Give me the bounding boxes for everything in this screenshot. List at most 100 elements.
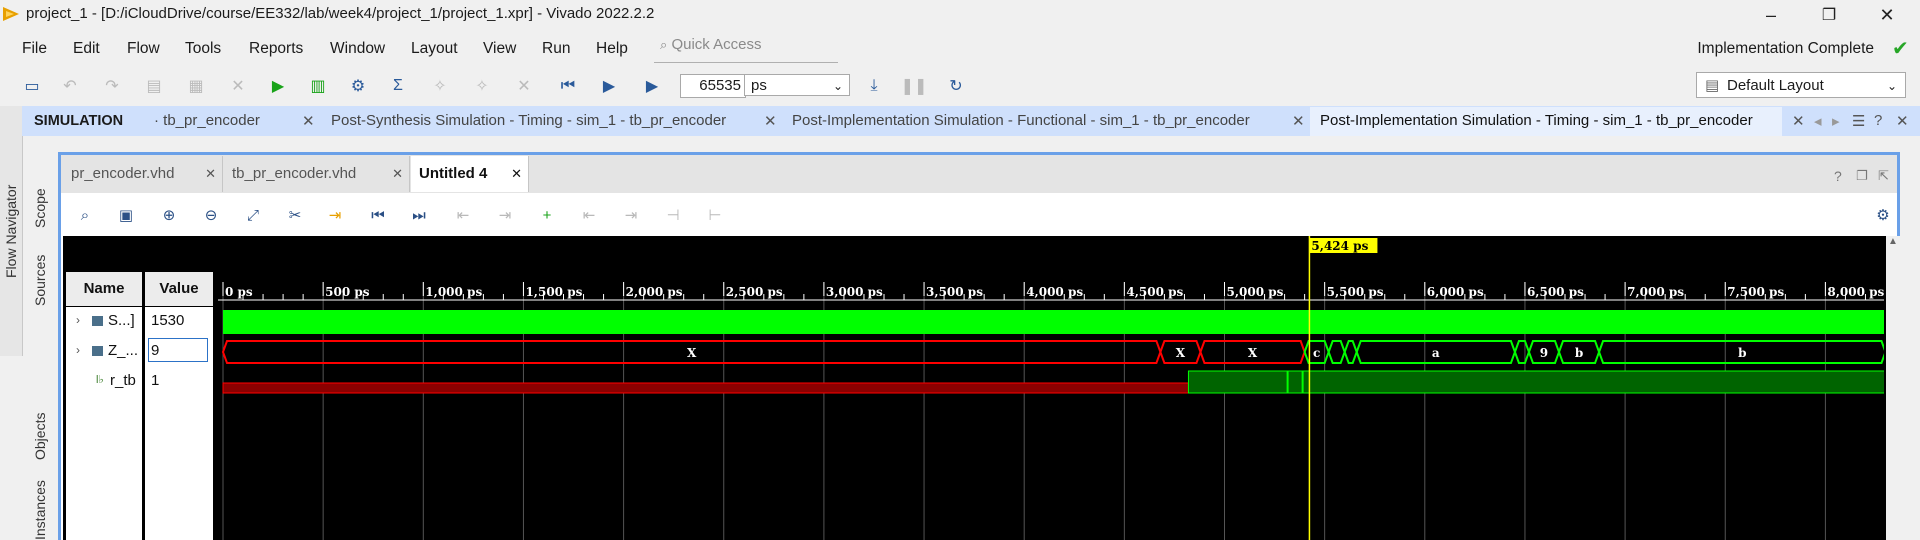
help-icon[interactable]: ? <box>1834 168 1842 184</box>
zoom-out-icon[interactable]: ⊖ <box>200 204 222 226</box>
arrow-right-icon[interactable]: ▸ <box>1832 112 1840 130</box>
snap-icon[interactable]: ⊢ <box>704 204 726 226</box>
search-icon[interactable]: ⌕ <box>74 204 96 226</box>
expand-icon[interactable]: › <box>76 343 80 357</box>
go-to-time-0-icon[interactable]: ⏮ <box>367 204 389 226</box>
go-to-cursor-icon[interactable]: ✂ <box>284 204 306 226</box>
sim-tab-post-impl-timing[interactable]: Post-Implementation Simulation - Timing … <box>1320 112 1753 129</box>
flow-navigator-label[interactable]: Flow Navigator <box>3 185 19 278</box>
sim-tab-post-synthesis-timing[interactable]: Post-Synthesis Simulation - Timing - sim… <box>331 112 726 129</box>
settings-gear-icon[interactable]: ⚙ <box>346 74 370 98</box>
close-button[interactable]: ✕ <box>1858 0 1916 30</box>
file-tab-pr-encoder[interactable]: pr_encoder.vhd ✕ <box>63 156 223 192</box>
close-icon[interactable]: ✕ <box>302 112 315 130</box>
previous-transition-icon[interactable]: ⇤ <box>452 204 474 226</box>
relaunch-icon[interactable]: ↻ <box>944 74 968 98</box>
next-transition-icon[interactable]: ⇥ <box>494 204 516 226</box>
sim-tab-post-impl-functional[interactable]: Post-Implementation Simulation - Functio… <box>792 112 1250 129</box>
settings-gear-icon[interactable]: ⚙ <box>1872 204 1894 226</box>
copy-icon[interactable]: ▤ <box>142 74 166 98</box>
vertical-scrollbar[interactable]: ▲ <box>1886 236 1900 540</box>
tab-list-icon[interactable]: ☰ <box>1852 112 1865 130</box>
signal-z-value-label: a <box>1432 346 1440 360</box>
tick-label: 5,500 ps <box>1327 285 1384 299</box>
signal-name-s[interactable]: S...] <box>108 312 135 329</box>
tool-icon[interactable]: ✧ <box>470 74 494 98</box>
close-icon[interactable]: ✕ <box>1292 112 1305 130</box>
signal-name-r-tb[interactable]: r_tb <box>110 372 136 389</box>
menu-run[interactable]: Run <box>542 40 570 58</box>
add-marker-icon[interactable]: + <box>536 204 558 226</box>
save-icon[interactable]: ▣ <box>115 204 137 226</box>
expand-icon[interactable]: › <box>76 313 80 327</box>
previous-marker-icon[interactable]: ⇤ <box>578 204 600 226</box>
time-unit-select[interactable]: ps ⌄ <box>744 74 850 96</box>
menu-tools[interactable]: Tools <box>185 40 221 58</box>
run-icon[interactable]: ▶ <box>266 74 290 98</box>
close-icon[interactable]: ✕ <box>511 156 522 192</box>
chevron-down-icon: ⌄ <box>1886 79 1897 93</box>
signal-name-z[interactable]: Z_... <box>108 342 138 359</box>
redo-icon[interactable]: ↷ <box>100 74 124 98</box>
menu-edit[interactable]: Edit <box>73 40 100 58</box>
menu-reports[interactable]: Reports <box>249 40 303 58</box>
undo-icon[interactable]: ↶ <box>58 74 82 98</box>
sigma-icon[interactable]: Σ <box>386 74 410 98</box>
menu-file[interactable]: File <box>22 40 47 58</box>
file-tab-tb-pr-encoder[interactable]: tb_pr_encoder.vhd ✕ <box>224 156 410 192</box>
restart-icon[interactable]: ⏮ <box>556 74 580 98</box>
maximize-icon[interactable]: ⇱ <box>1878 168 1889 184</box>
close-icon[interactable]: ✕ <box>764 112 777 130</box>
zoom-in-icon[interactable]: ⊕ <box>158 204 180 226</box>
clear-icon[interactable]: ✕ <box>512 74 536 98</box>
side-label-objects[interactable]: Objects <box>32 413 48 460</box>
step-icon[interactable]: ⤓ <box>862 74 886 98</box>
restore-icon[interactable]: ❐ <box>1856 168 1868 184</box>
menu-flow[interactable]: Flow <box>127 40 160 58</box>
layout-select[interactable]: ▤ Default Layout ⌄ <box>1696 72 1906 98</box>
signal-z-value-label: X <box>687 346 697 360</box>
signal-z-value-label: b <box>1575 346 1583 360</box>
maximize-button[interactable]: ❐ <box>1800 0 1858 30</box>
pause-icon[interactable]: ❚❚ <box>901 74 928 98</box>
scroll-up-icon[interactable]: ▲ <box>1886 236 1900 247</box>
tick-label: 4,500 ps <box>1126 285 1183 299</box>
program-icon[interactable]: ▥ <box>306 74 330 98</box>
side-label-sources[interactable]: Sources <box>32 255 48 306</box>
close-icon[interactable]: ✕ <box>392 156 403 192</box>
waveform-plot[interactable]: 0 ps 500 ps 1,000 ps 1,500 ps 2,000 ps 2,500 … <box>218 236 1884 540</box>
marker-icon[interactable]: ⇥ <box>324 204 346 226</box>
file-tab-label: pr_encoder.vhd <box>71 165 175 182</box>
quick-access-search[interactable]: ⌕ Quick Access <box>654 36 838 63</box>
delete-icon[interactable]: ✕ <box>226 74 250 98</box>
go-to-last-time-icon[interactable]: ⏭ <box>408 204 430 226</box>
side-label-instances[interactable]: Instances <box>32 480 48 540</box>
run-time-input[interactable]: 65535 <box>680 74 746 98</box>
run-for-icon[interactable]: ▶ <box>640 74 664 98</box>
menu-window[interactable]: Window <box>330 40 385 58</box>
open-folder-icon[interactable]: ▭ <box>20 74 44 98</box>
close-icon[interactable]: ✕ <box>1792 112 1805 130</box>
minimize-button[interactable]: – <box>1742 0 1800 30</box>
close-icon[interactable]: ✕ <box>1896 112 1909 130</box>
help-icon[interactable]: ? <box>1874 112 1882 129</box>
menu-help[interactable]: Help <box>596 40 628 58</box>
next-marker-icon[interactable]: ⇥ <box>620 204 642 226</box>
search-icon: ⌕ <box>660 37 668 52</box>
signal-z-value-label: X <box>1248 346 1258 360</box>
arrow-left-icon[interactable]: ◂ <box>1814 112 1822 130</box>
zoom-fit-icon[interactable]: ⤢ <box>242 204 264 226</box>
wand-icon[interactable]: ✧ <box>428 74 452 98</box>
side-label-scope[interactable]: Scope <box>32 188 48 228</box>
tick-label: 0 ps <box>225 285 253 299</box>
paste-icon[interactable]: ▦ <box>184 74 208 98</box>
close-icon[interactable]: ✕ <box>205 156 216 192</box>
checkmark-icon: ✔ <box>1892 38 1909 60</box>
run-all-icon[interactable]: ▶ <box>597 74 621 98</box>
file-tab-untitled-4[interactable]: Untitled 4 ✕ <box>411 156 529 192</box>
time-unit-value: ps <box>751 77 767 94</box>
menu-view[interactable]: View <box>483 40 516 58</box>
sim-tab-behavioral[interactable]: · tb_pr_encoder <box>154 112 260 129</box>
menu-layout[interactable]: Layout <box>411 40 458 58</box>
swap-cursors-icon[interactable]: ⊣ <box>662 204 684 226</box>
